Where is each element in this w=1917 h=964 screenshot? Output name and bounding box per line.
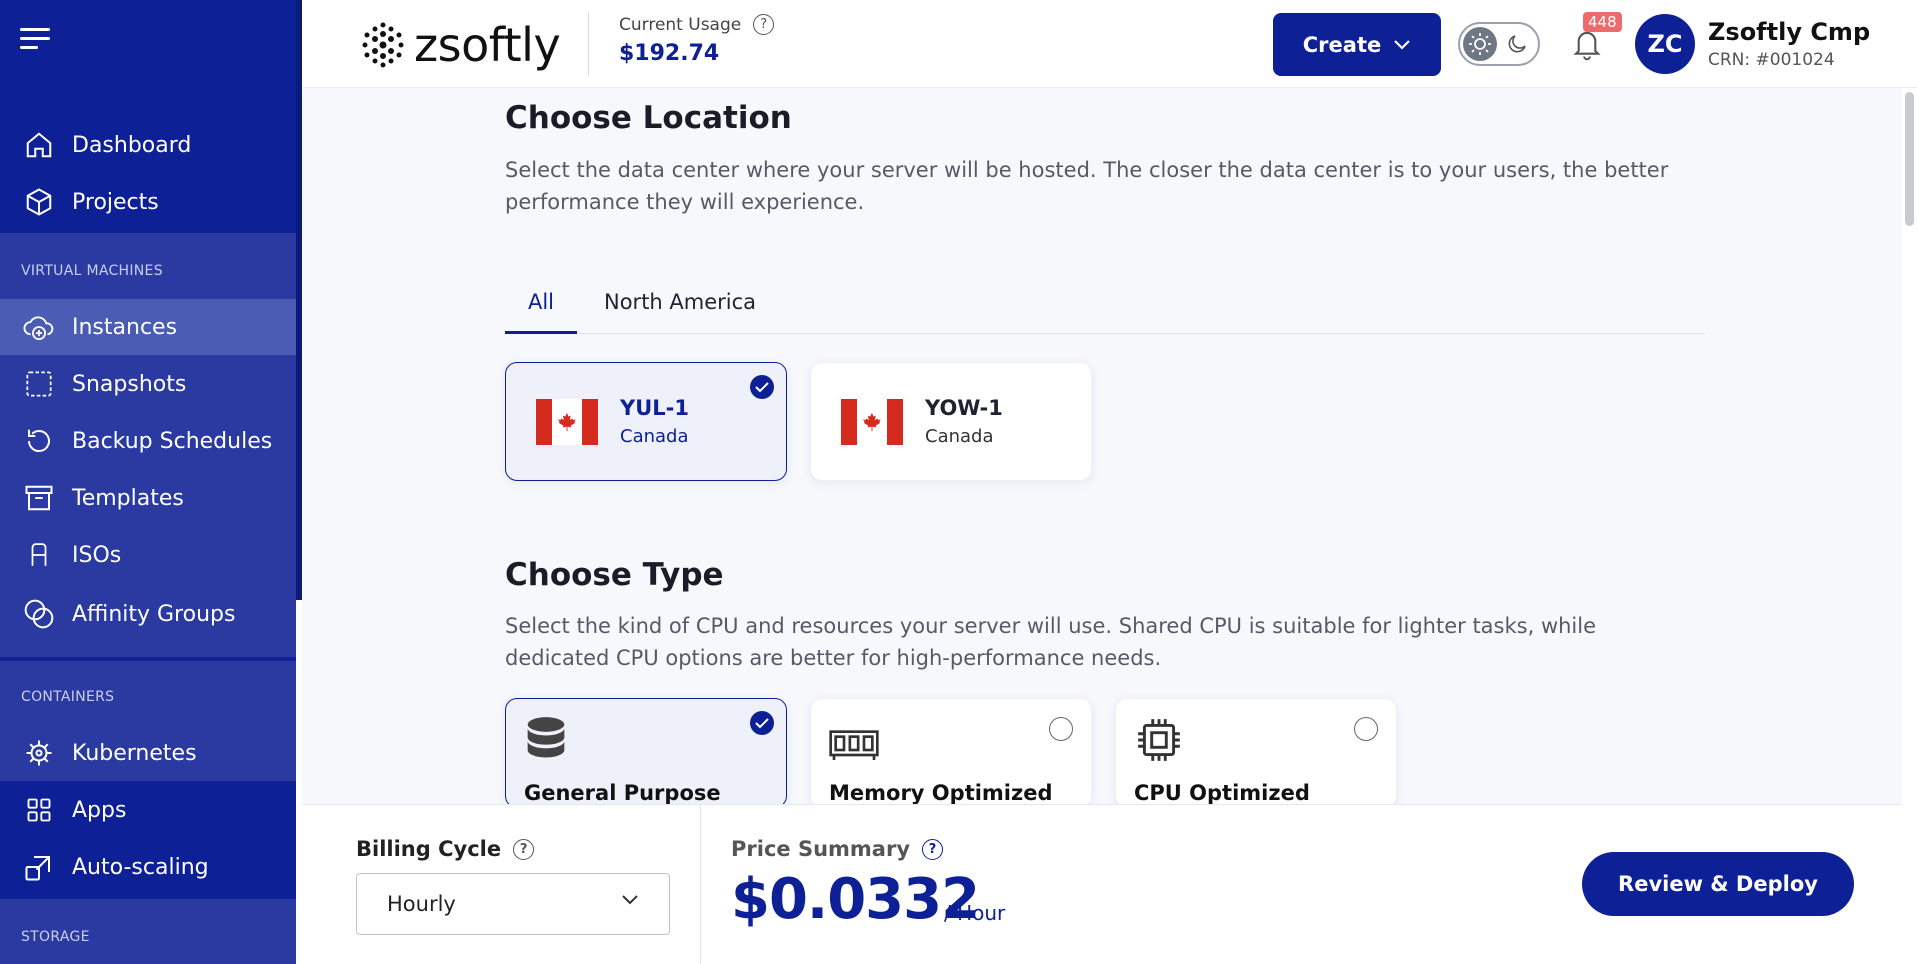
radio-button[interactable]	[1354, 717, 1378, 741]
sidebar-item-kubernetes[interactable]: Kubernetes	[0, 725, 296, 781]
billing-cycle-value: Hourly	[387, 892, 456, 916]
user-crn: CRN: #001024	[1708, 50, 1835, 70]
logo-text: zsoftly	[414, 18, 561, 72]
sidebar-item-label: ISOs	[72, 542, 122, 568]
create-button[interactable]: Create	[1273, 13, 1441, 76]
cube-icon	[22, 185, 56, 219]
scale-arrow-icon	[22, 850, 56, 884]
notification-badge: 448	[1583, 12, 1622, 32]
review-deploy-button[interactable]: Review & Deploy	[1582, 852, 1854, 916]
helm-icon	[22, 736, 56, 770]
section-title-location: Choose Location	[505, 100, 792, 136]
home-icon	[22, 128, 56, 162]
header-divider	[588, 12, 589, 76]
location-country: Canada	[620, 426, 689, 447]
location-tabs: All North America	[505, 282, 1705, 334]
sidebar-item-isos[interactable]: ISOs	[0, 527, 296, 583]
sidebar-item-projects[interactable]: Projects	[0, 174, 296, 230]
sidebar-item-auto-scaling[interactable]: Auto-scaling	[0, 839, 296, 895]
sidebar-item-label: Affinity Groups	[72, 601, 236, 627]
check-circle-icon	[750, 375, 774, 399]
moon-icon	[1508, 35, 1526, 53]
deploy-footer: Billing Cycle ? Hourly Price Summary ? $…	[302, 804, 1902, 964]
hamburger-menu-icon[interactable]	[20, 28, 50, 52]
sidebar-item-label: Backup Schedules	[72, 428, 273, 454]
location-card-yow-1[interactable]: YOW-1 Canada	[810, 362, 1092, 481]
type-label: General Purpose	[524, 781, 721, 804]
sidebar-section-label: STORAGE	[21, 929, 90, 945]
footer-divider	[700, 805, 701, 964]
sidebar: Dashboard Projects VIRTUAL MACHINES Inst…	[0, 0, 302, 964]
chevron-down-icon	[622, 895, 638, 905]
history-icon	[22, 424, 56, 458]
section-title-type: Choose Type	[505, 557, 724, 593]
sidebar-item-templates[interactable]: Templates	[0, 470, 296, 526]
logo-dots-icon	[362, 22, 404, 68]
billing-cycle-select[interactable]: Hourly	[356, 873, 670, 935]
sidebar-item-label: Projects	[72, 189, 159, 215]
type-card-memory-optimized[interactable]: Memory Optimized	[810, 698, 1092, 804]
usage-label: Current Usage	[619, 14, 742, 35]
main-content: Choose Location Select the data center w…	[302, 88, 1902, 804]
current-usage: Current Usage ? $192.74	[619, 14, 775, 66]
sidebar-item-affinity-groups[interactable]: Affinity Groups	[0, 586, 296, 642]
user-name[interactable]: Zsoftly Cmp	[1708, 18, 1870, 46]
brand-logo[interactable]: zsoftly	[360, 18, 561, 72]
price-value: $0.0332	[731, 867, 980, 932]
location-code: YOW-1	[925, 396, 1003, 420]
sidebar-item-snapshots[interactable]: Snapshots	[0, 356, 296, 412]
location-description: Select the data center where your server…	[505, 158, 1669, 214]
theme-toggle[interactable]	[1458, 22, 1540, 66]
type-label: Memory Optimized	[829, 781, 1053, 804]
location-card-yul-1[interactable]: YUL-1 Canada	[505, 362, 787, 481]
disc-stack-icon	[22, 538, 56, 572]
radio-button[interactable]	[1049, 717, 1073, 741]
overlap-circles-icon	[22, 597, 56, 631]
location-code: YUL-1	[620, 396, 689, 420]
check-circle-icon	[750, 711, 774, 735]
sidebar-item-label: Snapshots	[72, 371, 187, 397]
sun-icon	[1463, 27, 1497, 61]
cpu-icon	[1138, 719, 1180, 761]
help-icon[interactable]: ?	[753, 14, 775, 35]
location-country: Canada	[925, 426, 994, 447]
type-label: CPU Optimized	[1134, 781, 1310, 804]
sidebar-section-label: VIRTUAL MACHINES	[21, 263, 163, 279]
type-card-cpu-optimized[interactable]: CPU Optimized	[1115, 698, 1397, 804]
help-icon[interactable]: ?	[513, 838, 535, 860]
billing-cycle-label: Billing Cycle	[356, 837, 502, 861]
sidebar-item-label: Dashboard	[72, 132, 192, 158]
sidebar-section-label: CONTAINERS	[21, 689, 115, 705]
tab-north-america[interactable]: North America	[604, 282, 756, 334]
camera-frame-icon	[22, 367, 56, 401]
sidebar-item-label: Kubernetes	[72, 740, 197, 766]
sidebar-item-dashboard[interactable]: Dashboard	[0, 117, 296, 173]
create-label: Create	[1302, 32, 1382, 57]
sidebar-item-label: Instances	[72, 314, 178, 340]
canada-flag-icon	[536, 399, 598, 445]
sidebar-item-label: Auto-scaling	[72, 854, 209, 880]
chevron-down-icon	[1394, 39, 1411, 50]
avatar[interactable]: ZC	[1635, 14, 1695, 74]
memory-icon	[829, 730, 879, 760]
page-scrollbar[interactable]	[1902, 88, 1917, 964]
type-description: Select the kind of CPU and resources you…	[505, 614, 1597, 670]
sidebar-item-instances[interactable]: Instances	[0, 299, 296, 355]
price-unit: / Hour	[944, 901, 1006, 925]
grid-icon	[22, 793, 56, 827]
database-icon	[527, 717, 565, 758]
archive-icon	[22, 481, 56, 515]
price-summary-label: Price Summary	[731, 837, 911, 861]
sidebar-item-backup-schedules[interactable]: Backup Schedules	[0, 413, 296, 469]
sidebar-item-apps[interactable]: Apps	[0, 782, 296, 838]
type-card-general-purpose[interactable]: General Purpose	[505, 698, 787, 804]
sidebar-item-label: Apps	[72, 797, 127, 823]
help-icon[interactable]: ?	[922, 838, 944, 860]
usage-value: $192.74	[619, 41, 720, 66]
page-scrollbar-thumb[interactable]	[1905, 92, 1914, 226]
canada-flag-icon	[841, 399, 903, 445]
sidebar-item-label: Templates	[72, 485, 184, 511]
cloud-plus-icon	[22, 310, 56, 344]
tab-all[interactable]: All	[505, 282, 577, 334]
